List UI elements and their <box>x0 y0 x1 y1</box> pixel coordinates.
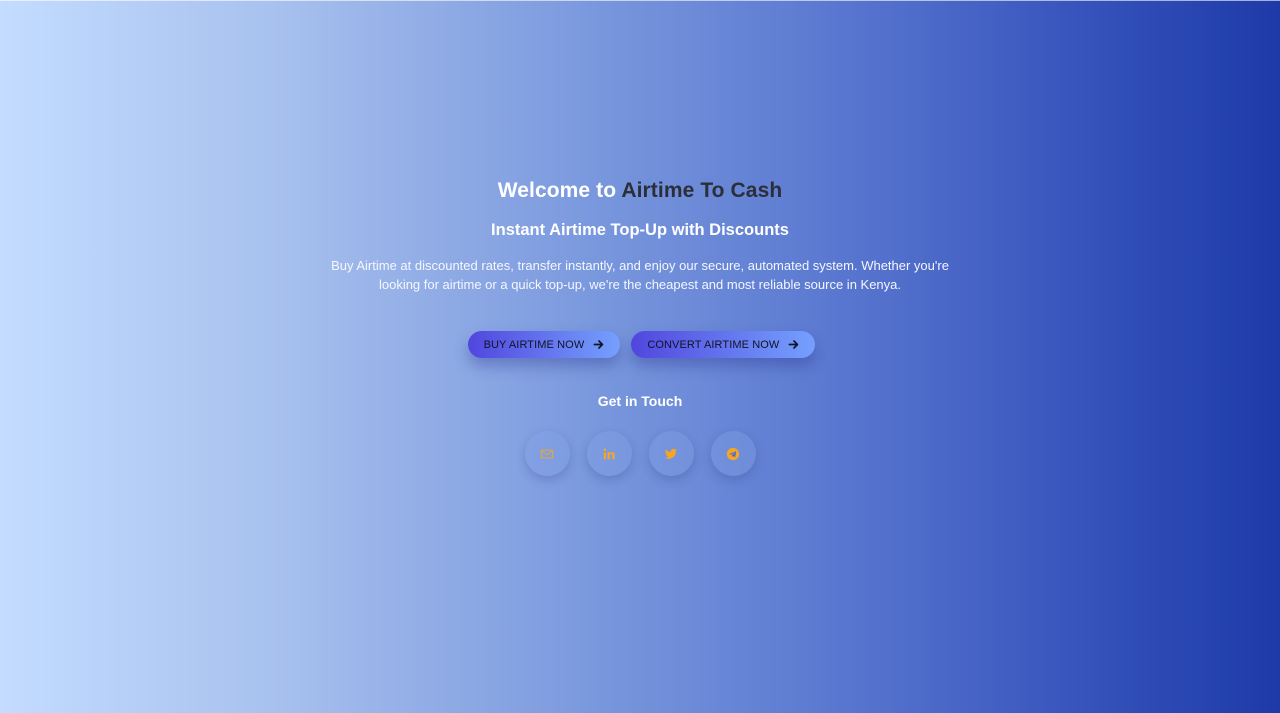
page-subtitle: Instant Airtime Top-Up with Discounts <box>491 221 789 239</box>
hero-section: Welcome to Airtime To Cash Instant Airti… <box>0 176 1280 476</box>
telegram-link[interactable] <box>710 431 756 476</box>
top-edge-line <box>0 0 1280 1</box>
cta-buttons: BUY AIRTIME NOW CONVERT AIRTIME NOW <box>3 331 1280 358</box>
brand-name: Airtime To Cash <box>621 179 783 202</box>
mail-icon <box>540 449 554 458</box>
telegram-icon <box>726 447 740 460</box>
hero-description: Buy Airtime at discounted rates, transfe… <box>331 258 949 292</box>
arrow-right-icon <box>788 340 799 349</box>
convert-airtime-button[interactable]: CONVERT AIRTIME NOW <box>631 331 816 358</box>
twitter-icon <box>664 448 678 459</box>
linkedin-link[interactable] <box>586 431 632 476</box>
get-in-touch-heading: Get in Touch <box>597 393 683 409</box>
social-links <box>0 431 1280 476</box>
buy-airtime-label: BUY AIRTIME NOW <box>483 338 585 351</box>
twitter-link[interactable] <box>648 431 694 476</box>
email-link[interactable] <box>524 431 570 476</box>
title-prefix: Welcome to <box>497 179 617 202</box>
buy-airtime-button[interactable]: BUY AIRTIME NOW <box>467 331 621 358</box>
page-title: Welcome to Airtime To Cash <box>0 176 1280 206</box>
linkedin-icon <box>603 447 615 459</box>
arrow-right-icon <box>593 340 604 349</box>
convert-airtime-label: CONVERT AIRTIME NOW <box>647 338 780 351</box>
